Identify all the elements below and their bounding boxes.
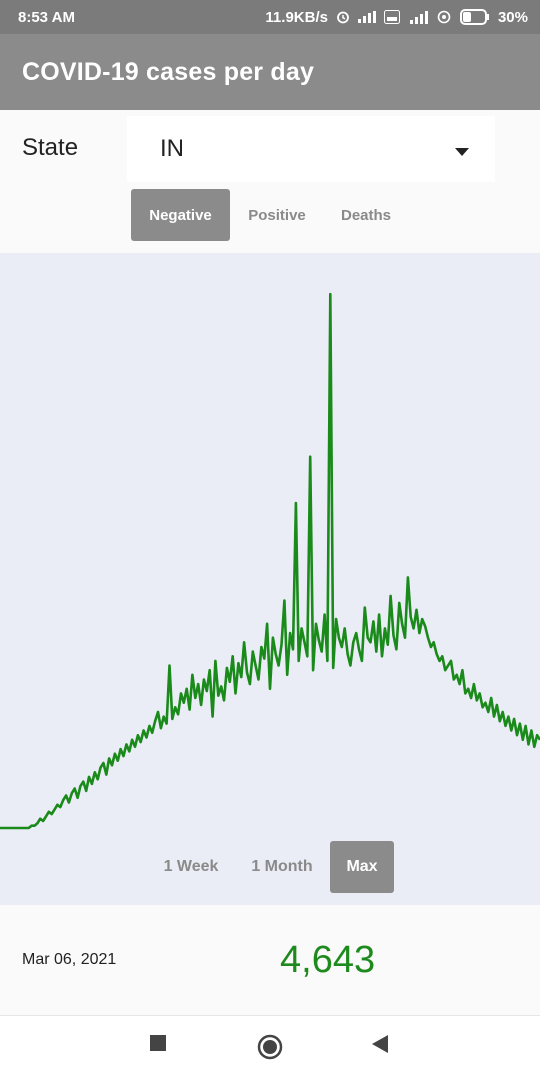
tab-deaths-label: Deaths [340, 206, 392, 224]
range-1-month-button[interactable]: 1 Month [234, 841, 330, 893]
summary-panel: Mar 06, 2021 4,643 [0, 905, 540, 1015]
range-1-week-button[interactable]: 1 Week [148, 841, 234, 893]
summary-date: Mar 06, 2021 [22, 951, 117, 968]
back-triangle-icon[interactable] [371, 1034, 389, 1059]
range-1-month-label: 1 Month [251, 858, 313, 875]
wifi-calling-icon [436, 10, 452, 24]
state-selector-row: State IN Negative Positive Deaths [0, 110, 540, 252]
state-dropdown[interactable]: IN [127, 116, 495, 182]
tab-positive-label: Positive [248, 206, 306, 224]
cases-line-chart [0, 292, 540, 830]
battery-icon [459, 9, 490, 25]
battery-percent: 30% [497, 8, 528, 26]
page-title: COVID-19 cases per day [22, 57, 315, 86]
recents-square-icon[interactable] [149, 1034, 167, 1057]
app-bar: COVID-19 cases per day [0, 34, 540, 110]
status-icons: 11.9KB/s 30% [265, 9, 528, 26]
chart-area[interactable]: 1 Week 1 Month Max [0, 253, 540, 905]
tab-negative-label: Negative [149, 206, 212, 224]
state-label: State [22, 134, 79, 161]
range-max-label: Max [346, 858, 378, 875]
status-bar: 8:53 AM 11.9KB/s 30% [0, 0, 540, 34]
range-max-button[interactable]: Max [330, 841, 394, 893]
home-circle-icon[interactable] [257, 1034, 283, 1065]
tab-positive[interactable]: Positive [230, 189, 324, 241]
status-time: 8:53 AM [18, 8, 75, 26]
volte-icon [383, 10, 400, 24]
network-speed: 11.9KB/s [265, 8, 328, 26]
signal-icon [357, 11, 376, 23]
range-selector: 1 Week 1 Month Max [148, 841, 394, 893]
dropdown-arrow-icon [455, 135, 469, 163]
metric-tabs: Negative Positive Deaths [131, 189, 408, 241]
alarm-icon [336, 10, 350, 24]
state-selected-value: IN [160, 135, 184, 162]
4g-signal-icon [408, 10, 428, 24]
navigation-bar [0, 1015, 540, 1080]
series-line [0, 292, 540, 830]
tab-negative[interactable]: Negative [131, 189, 230, 241]
summary-value: 4,643 [280, 939, 376, 981]
tab-deaths[interactable]: Deaths [324, 189, 408, 241]
range-1-week-label: 1 Week [163, 858, 219, 875]
